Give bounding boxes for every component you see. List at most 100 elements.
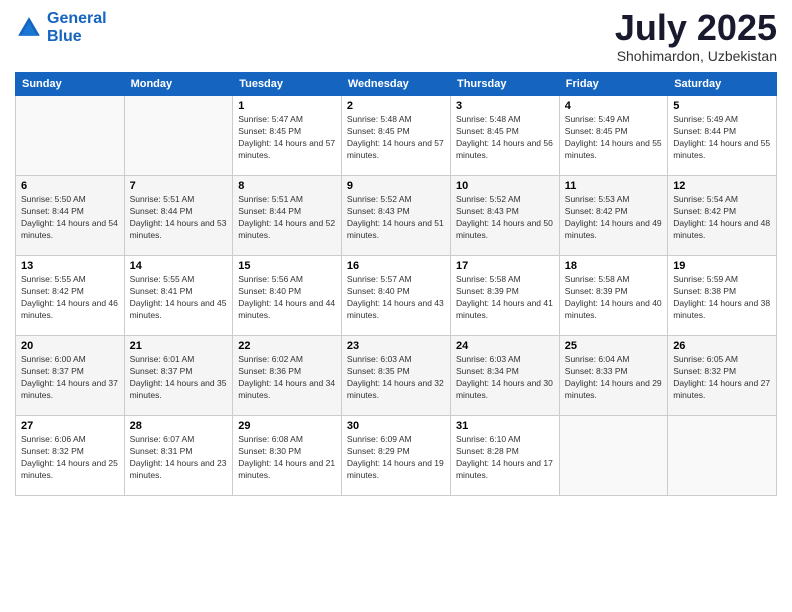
day-info: Sunrise: 5:49 AMSunset: 8:44 PMDaylight:… (673, 114, 771, 162)
calendar-cell: 11Sunrise: 5:53 AMSunset: 8:42 PMDayligh… (559, 176, 667, 256)
calendar-cell: 15Sunrise: 5:56 AMSunset: 8:40 PMDayligh… (233, 256, 342, 336)
day-info: Sunrise: 5:54 AMSunset: 8:42 PMDaylight:… (673, 194, 771, 242)
day-number: 22 (238, 340, 336, 352)
calendar-cell: 17 Sunrise: 5:58 AMSunset: 8:39 PMDayligh… (450, 256, 559, 336)
day-number: 30 (347, 420, 445, 432)
day-info: Sunrise: 5:58 AMSunset: 8:39 PMDaylight:… (565, 274, 662, 322)
calendar-header-row: SundayMondayTuesdayWednesdayThursdayFrid… (16, 73, 777, 96)
day-number: 31 (456, 420, 554, 432)
day-info: Sunrise: 5:51 AMSunset: 8:44 PMDaylight:… (238, 194, 336, 242)
day-number: 20 (21, 340, 119, 352)
calendar-cell: 31 Sunrise: 6:10 AMSunset: 8:28 PMDayligh… (450, 416, 559, 496)
day-number: 2 (347, 100, 445, 112)
day-info: Sunrise: 5:49 AMSunset: 8:45 PMDaylight:… (565, 114, 662, 162)
logo-text: General Blue (47, 10, 107, 45)
day-info: Sunrise: 6:10 AMSunset: 8:28 PMDaylight:… (456, 434, 554, 482)
calendar-cell: 2 Sunrise: 5:48 AMSunset: 8:45 PMDaylight… (341, 96, 450, 176)
day-info: Sunrise: 5:53 AMSunset: 8:42 PMDaylight:… (565, 194, 662, 242)
day-number: 14 (130, 260, 228, 272)
calendar-cell: 10Sunrise: 5:52 AMSunset: 8:43 PMDayligh… (450, 176, 559, 256)
day-number: 3 (456, 100, 554, 112)
calendar-cell: 6 Sunrise: 5:50 AMSunset: 8:44 PMDaylight… (16, 176, 125, 256)
day-info: Sunrise: 5:47 AMSunset: 8:45 PMDaylight:… (238, 114, 336, 162)
calendar-cell: 28Sunrise: 6:07 AMSunset: 8:31 PMDayligh… (124, 416, 233, 496)
weekday-header: Saturday (668, 73, 777, 96)
day-number: 8 (238, 180, 336, 192)
day-number: 27 (21, 420, 119, 432)
day-info: Sunrise: 5:58 AMSunset: 8:39 PMDaylight:… (456, 274, 554, 322)
calendar-week-row: 6 Sunrise: 5:50 AMSunset: 8:44 PMDaylight… (16, 176, 777, 256)
calendar-week-row: 27 Sunrise: 6:06 AMSunset: 8:32 PMDayligh… (16, 416, 777, 496)
day-info: Sunrise: 5:55 AMSunset: 8:41 PMDaylight:… (130, 274, 228, 322)
day-number: 9 (347, 180, 445, 192)
day-info: Sunrise: 6:04 AMSunset: 8:33 PMDaylight:… (565, 354, 662, 402)
weekday-header: Tuesday (233, 73, 342, 96)
calendar-cell: 18 Sunrise: 5:58 AMSunset: 8:39 PMDayligh… (559, 256, 667, 336)
calendar-cell: 21 Sunrise: 6:01 AMSunset: 8:37 PMDayligh… (124, 336, 233, 416)
day-info: Sunrise: 6:09 AMSunset: 8:29 PMDaylight:… (347, 434, 445, 482)
day-info: Sunrise: 6:03 AMSunset: 8:35 PMDaylight:… (347, 354, 445, 402)
logo-blue: Blue (47, 28, 82, 45)
day-number: 16 (347, 260, 445, 272)
logo: General Blue (15, 10, 107, 45)
calendar-cell: 30 Sunrise: 6:09 AMSunset: 8:29 PMDayligh… (341, 416, 450, 496)
day-info: Sunrise: 6:05 AMSunset: 8:32 PMDaylight:… (673, 354, 771, 402)
calendar-cell: 13 Sunrise: 5:55 AMSunset: 8:42 PMDayligh… (16, 256, 125, 336)
day-number: 7 (130, 180, 228, 192)
day-number: 1 (238, 100, 336, 112)
weekday-header: Sunday (16, 73, 125, 96)
weekday-header: Monday (124, 73, 233, 96)
calendar-cell: 3 Sunrise: 5:48 AMSunset: 8:45 PMDaylight… (450, 96, 559, 176)
day-number: 21 (130, 340, 228, 352)
day-info: Sunrise: 5:57 AMSunset: 8:40 PMDaylight:… (347, 274, 445, 322)
calendar-week-row: 13 Sunrise: 5:55 AMSunset: 8:42 PMDayligh… (16, 256, 777, 336)
calendar-cell: 7Sunrise: 5:51 AMSunset: 8:44 PMDaylight… (124, 176, 233, 256)
calendar-table: SundayMondayTuesdayWednesdayThursdayFrid… (15, 72, 777, 496)
calendar-cell: 4 Sunrise: 5:49 AMSunset: 8:45 PMDaylight… (559, 96, 667, 176)
title-block: July 2025 Shohimardon, Uzbekistan (615, 10, 777, 64)
day-info: Sunrise: 5:48 AMSunset: 8:45 PMDaylight:… (456, 114, 554, 162)
calendar-cell: 25 Sunrise: 6:04 AMSunset: 8:33 PMDayligh… (559, 336, 667, 416)
day-info: Sunrise: 5:50 AMSunset: 8:44 PMDaylight:… (21, 194, 119, 242)
calendar-cell: 19 Sunrise: 5:59 AMSunset: 8:38 PMDayligh… (668, 256, 777, 336)
weekday-header: Thursday (450, 73, 559, 96)
calendar-cell (668, 416, 777, 496)
day-info: Sunrise: 6:06 AMSunset: 8:32 PMDaylight:… (21, 434, 119, 482)
day-number: 19 (673, 260, 771, 272)
weekday-header: Wednesday (341, 73, 450, 96)
day-number: 23 (347, 340, 445, 352)
day-number: 17 (456, 260, 554, 272)
day-number: 13 (21, 260, 119, 272)
calendar-week-row: 20 Sunrise: 6:00 AMSunset: 8:37 PMDayligh… (16, 336, 777, 416)
day-info: Sunrise: 6:01 AMSunset: 8:37 PMDaylight:… (130, 354, 228, 402)
calendar-cell: 29Sunrise: 6:08 AMSunset: 8:30 PMDayligh… (233, 416, 342, 496)
day-number: 25 (565, 340, 662, 352)
calendar-cell: 24 Sunrise: 6:03 AMSunset: 8:34 PMDayligh… (450, 336, 559, 416)
calendar-cell (16, 96, 125, 176)
day-info: Sunrise: 5:48 AMSunset: 8:45 PMDaylight:… (347, 114, 445, 162)
location-title: Shohimardon, Uzbekistan (615, 48, 777, 64)
day-number: 18 (565, 260, 662, 272)
calendar-cell: 9Sunrise: 5:52 AMSunset: 8:43 PMDaylight… (341, 176, 450, 256)
day-info: Sunrise: 5:59 AMSunset: 8:38 PMDaylight:… (673, 274, 771, 322)
month-title: July 2025 (615, 10, 777, 46)
day-number: 4 (565, 100, 662, 112)
day-info: Sunrise: 5:55 AMSunset: 8:42 PMDaylight:… (21, 274, 119, 322)
calendar-cell (559, 416, 667, 496)
calendar-cell: 27 Sunrise: 6:06 AMSunset: 8:32 PMDayligh… (16, 416, 125, 496)
calendar-cell: 23 Sunrise: 6:03 AMSunset: 8:35 PMDayligh… (341, 336, 450, 416)
calendar-week-row: 1 Sunrise: 5:47 AMSunset: 8:45 PMDaylight… (16, 96, 777, 176)
day-info: Sunrise: 6:00 AMSunset: 8:37 PMDaylight:… (21, 354, 119, 402)
day-info: Sunrise: 6:08 AMSunset: 8:30 PMDaylight:… (238, 434, 336, 482)
day-info: Sunrise: 6:03 AMSunset: 8:34 PMDaylight:… (456, 354, 554, 402)
day-number: 6 (21, 180, 119, 192)
day-info: Sunrise: 5:56 AMSunset: 8:40 PMDaylight:… (238, 274, 336, 322)
calendar-cell: 20 Sunrise: 6:00 AMSunset: 8:37 PMDayligh… (16, 336, 125, 416)
page-header: General Blue July 2025 Shohimardon, Uzbe… (15, 10, 777, 64)
logo-general: General (47, 10, 107, 27)
calendar-cell: 22Sunrise: 6:02 AMSunset: 8:36 PMDayligh… (233, 336, 342, 416)
day-number: 24 (456, 340, 554, 352)
day-number: 28 (130, 420, 228, 432)
logo-icon (15, 14, 43, 42)
calendar-cell: 5Sunrise: 5:49 AMSunset: 8:44 PMDaylight… (668, 96, 777, 176)
